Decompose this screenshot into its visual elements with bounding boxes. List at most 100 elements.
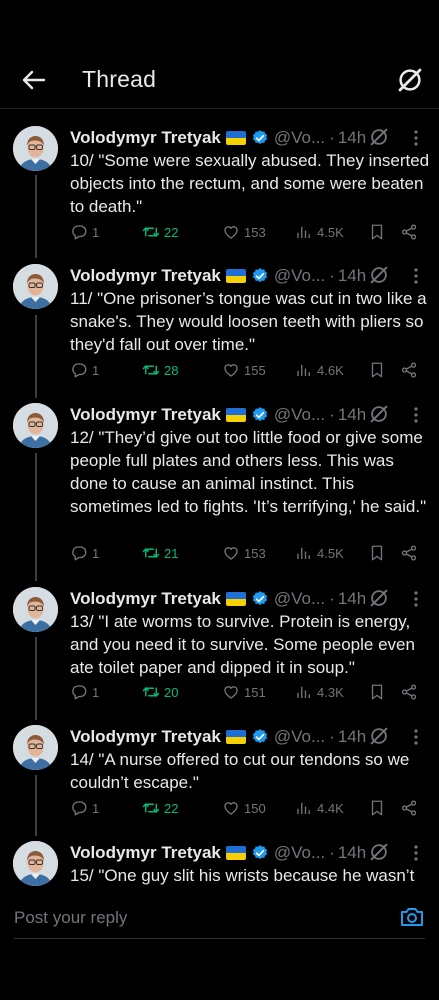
avatar[interactable] — [13, 126, 58, 171]
more-icon[interactable] — [409, 589, 423, 609]
retweet-button[interactable]: 21 — [142, 544, 178, 562]
views-icon — [295, 544, 313, 562]
views-button[interactable]: 4.5K — [295, 544, 344, 562]
grok-icon[interactable] — [368, 126, 390, 148]
reply-icon — [70, 683, 88, 701]
reply-input[interactable]: Post your reply — [14, 908, 127, 928]
more-icon[interactable] — [409, 405, 423, 425]
separator-dot: · — [329, 727, 335, 746]
grok-icon[interactable] — [368, 841, 390, 863]
retweet-button[interactable]: 28 — [142, 361, 178, 379]
grok-icon[interactable] — [368, 403, 390, 425]
ukraine-flag-icon — [225, 846, 246, 860]
like-button[interactable]: 150 — [222, 799, 266, 817]
avatar[interactable] — [13, 841, 58, 886]
bookmark-button[interactable] — [368, 361, 390, 379]
reply-button[interactable]: 1 — [70, 683, 99, 701]
grok-icon[interactable] — [368, 587, 390, 609]
like-button[interactable]: 151 — [222, 683, 266, 701]
avatar[interactable] — [13, 264, 58, 309]
bookmark-button[interactable] — [368, 799, 390, 817]
reply-button[interactable]: 1 — [70, 223, 99, 241]
author-handle[interactable]: @Vo... — [274, 843, 325, 863]
author-handle[interactable]: @Vo... — [274, 727, 325, 747]
timestamp[interactable]: 14h — [338, 405, 366, 425]
author-handle[interactable]: @Vo... — [274, 589, 325, 609]
view-count: 4.5K — [317, 224, 344, 240]
tweet-text: 10/ "Some were sexually abused. They ins… — [70, 151, 430, 216]
avatar[interactable] — [13, 587, 58, 632]
timestamp[interactable]: 14h — [338, 589, 366, 609]
verified-badge-icon — [251, 406, 269, 424]
author-handle[interactable]: @Vo... — [274, 128, 325, 148]
author-name[interactable]: Volodymyr Tretyak — [70, 727, 221, 747]
bookmark-button[interactable] — [368, 223, 390, 241]
avatar[interactable] — [13, 725, 58, 770]
author-name[interactable]: Volodymyr Tretyak — [70, 589, 221, 609]
bookmark-button[interactable] — [368, 683, 390, 701]
grok-icon[interactable] — [368, 264, 390, 286]
reply-button[interactable]: 1 — [70, 544, 99, 562]
ukraine-flag-icon — [225, 131, 246, 145]
share-button[interactable] — [400, 361, 422, 379]
like-button[interactable]: 155 — [222, 361, 266, 379]
retweet-button[interactable]: 22 — [142, 223, 178, 241]
author-name[interactable]: Volodymyr Tretyak — [70, 128, 221, 148]
bookmark-button[interactable] — [368, 544, 390, 562]
bookmark-icon — [368, 544, 386, 562]
retweet-icon — [142, 223, 160, 241]
retweet-count: 22 — [164, 224, 179, 240]
timestamp[interactable]: 14h — [338, 727, 366, 747]
views-icon — [295, 361, 313, 379]
timestamp[interactable]: 14h — [338, 266, 366, 286]
timestamp[interactable]: 14h — [338, 843, 366, 863]
share-button[interactable] — [400, 223, 422, 241]
views-button[interactable]: 4.4K — [295, 799, 344, 817]
reply-count: 1 — [92, 800, 100, 816]
share-button[interactable] — [400, 544, 422, 562]
more-icon[interactable] — [409, 843, 423, 863]
more-icon[interactable] — [409, 266, 423, 286]
timestamp[interactable]: 14h — [338, 128, 366, 148]
views-icon — [295, 683, 313, 701]
retweet-count: 28 — [164, 362, 179, 378]
reply-button[interactable]: 1 — [70, 799, 99, 817]
tweet-header: Volodymyr Tretyak @Vo... · 14h — [70, 404, 366, 426]
reply-divider — [14, 938, 425, 939]
author-handle[interactable]: @Vo... — [274, 266, 325, 286]
author-handle[interactable]: @Vo... — [274, 405, 325, 425]
camera-icon[interactable] — [399, 904, 425, 930]
author-name[interactable]: Volodymyr Tretyak — [70, 266, 221, 286]
retweet-icon — [142, 361, 160, 379]
author-name[interactable]: Volodymyr Tretyak — [70, 843, 221, 863]
like-count: 155 — [244, 362, 266, 378]
retweet-button[interactable]: 20 — [142, 683, 178, 701]
views-button[interactable]: 4.5K — [295, 223, 344, 241]
tweet-text: 13/ "I ate worms to survive. Protein is … — [70, 612, 415, 677]
like-icon — [222, 361, 240, 379]
more-icon[interactable] — [409, 128, 423, 148]
tweet-header: Volodymyr Tretyak @Vo... · 14h — [70, 726, 366, 748]
grok-icon[interactable] — [395, 65, 425, 95]
author-name[interactable]: Volodymyr Tretyak — [70, 405, 221, 425]
page-title: Thread — [82, 66, 157, 92]
reply-composer[interactable]: Post your reply — [0, 888, 439, 1000]
avatar[interactable] — [13, 403, 58, 448]
ukraine-flag-icon — [225, 269, 246, 283]
views-button[interactable]: 4.3K — [295, 683, 344, 701]
share-button[interactable] — [400, 683, 422, 701]
share-button[interactable] — [400, 799, 422, 817]
like-button[interactable]: 153 — [222, 223, 266, 241]
tweet-actions: 1 28 155 4.6K — [70, 361, 425, 383]
reply-button[interactable]: 1 — [70, 361, 99, 379]
more-icon[interactable] — [409, 727, 423, 747]
retweet-count: 21 — [164, 545, 179, 561]
views-icon — [295, 799, 313, 817]
tweet-header: Volodymyr Tretyak @Vo... · 14h — [70, 127, 366, 149]
back-arrow-icon[interactable] — [18, 65, 48, 95]
retweet-button[interactable]: 22 — [142, 799, 178, 817]
verified-badge-icon — [251, 129, 269, 147]
like-button[interactable]: 153 — [222, 544, 266, 562]
views-button[interactable]: 4.6K — [295, 361, 344, 379]
grok-icon[interactable] — [368, 725, 390, 747]
